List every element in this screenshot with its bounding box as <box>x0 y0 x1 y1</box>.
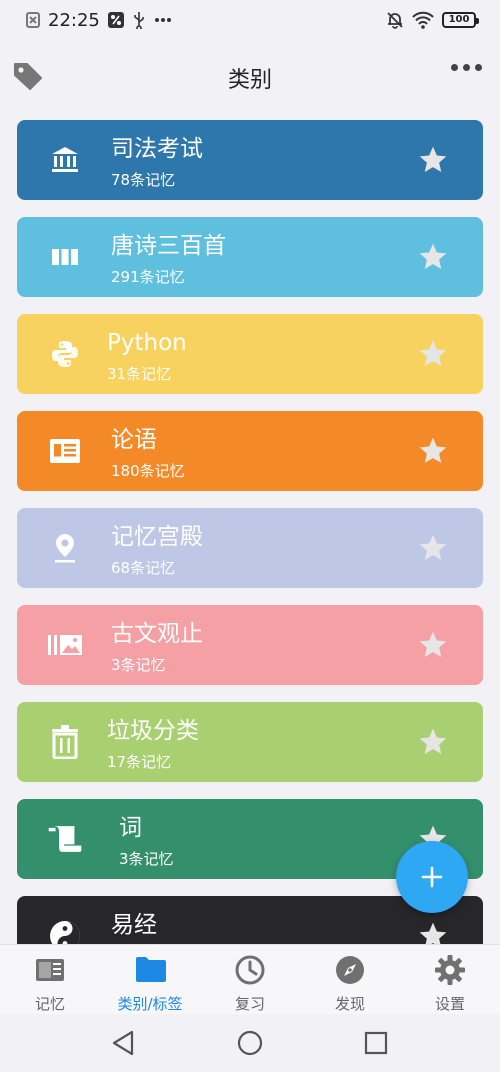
category-name: 记忆宫殿 <box>111 524 203 550</box>
location-icon <box>47 530 83 566</box>
more-status-icon <box>154 17 172 23</box>
nav-label: 发现 <box>334 995 365 1013</box>
folder-icon <box>134 954 166 986</box>
nav-label: 类别/标签 <box>117 995 183 1013</box>
usb-icon <box>132 11 146 29</box>
category-name: 论语 <box>111 427 157 453</box>
percent-icon <box>107 12 124 28</box>
nav-item-discover[interactable]: 发现 <box>300 945 400 1015</box>
gear-icon <box>434 954 466 986</box>
category-count: 3条记忆 <box>111 656 166 674</box>
category-name: 词 <box>119 815 142 841</box>
nav-item-categories[interactable]: 类别/标签 <box>100 945 200 1015</box>
more-options-icon[interactable] <box>451 64 482 71</box>
category-name: Python <box>107 330 187 356</box>
newspaper-icon <box>47 433 83 469</box>
home-icon[interactable] <box>236 1029 264 1057</box>
page-title: 类别 <box>227 68 272 93</box>
category-name: 古文观止 <box>111 621 203 647</box>
status-time: 22:25 <box>48 9 100 31</box>
star-icon[interactable] <box>417 338 449 370</box>
category-count: 78条记忆 <box>111 171 176 189</box>
star-icon[interactable] <box>417 629 449 661</box>
compass-icon <box>334 954 366 986</box>
note-icon <box>34 954 66 986</box>
app-header: 类别 <box>0 40 500 116</box>
plus-icon <box>421 866 443 888</box>
tag-icon[interactable] <box>12 60 44 92</box>
nav-label: 设置 <box>434 995 465 1013</box>
columns-icon <box>47 239 83 275</box>
add-category-button[interactable] <box>396 841 468 913</box>
wifi-icon <box>412 11 434 29</box>
category-card[interactable]: 记忆宫殿 68条记忆 <box>17 508 483 588</box>
category-card[interactable]: 古文观止 3条记忆 <box>17 605 483 685</box>
battery-indicator: 100 <box>442 12 479 28</box>
category-card[interactable]: 垃圾分类 17条记忆 <box>17 702 483 782</box>
category-name: 易经 <box>111 912 157 938</box>
category-card[interactable]: 论语 180条记忆 <box>17 411 483 491</box>
category-card[interactable]: 司法考试 78条记忆 <box>17 120 483 200</box>
star-icon[interactable] <box>417 532 449 564</box>
clock-icon <box>234 954 266 986</box>
nav-label: 记忆 <box>34 995 65 1013</box>
star-icon[interactable] <box>417 726 449 758</box>
category-name: 司法考试 <box>111 136 203 162</box>
recents-icon[interactable] <box>362 1029 390 1057</box>
category-count: 31条记忆 <box>107 365 172 383</box>
trash-icon <box>47 724 83 760</box>
system-navigation-bar <box>0 1014 500 1072</box>
nav-item-memory[interactable]: 记忆 <box>0 945 100 1015</box>
nav-item-settings[interactable]: 设置 <box>400 945 500 1015</box>
scroll-icon <box>47 821 83 857</box>
python-icon <box>47 336 83 372</box>
category-name: 唐诗三百首 <box>111 233 226 259</box>
category-count: 68条记忆 <box>111 559 176 577</box>
category-count: 3条记忆 <box>119 850 174 868</box>
category-count: 17条记忆 <box>107 753 172 771</box>
notification-close-icon <box>26 12 40 28</box>
yin-yang-icon <box>47 918 83 944</box>
mute-bell-icon <box>386 11 404 29</box>
star-icon[interactable] <box>417 435 449 467</box>
category-card[interactable]: Python 31条记忆 <box>17 314 483 394</box>
nav-item-review[interactable]: 复习 <box>200 945 300 1015</box>
star-icon[interactable] <box>417 241 449 273</box>
back-icon[interactable] <box>110 1029 138 1057</box>
category-list[interactable]: 司法考试 78条记忆 唐诗三百首 291条记忆 Python 31条记忆 论语 … <box>17 120 483 944</box>
category-count: 291条记忆 <box>111 268 185 286</box>
bank-icon <box>47 142 83 178</box>
category-count: 180条记忆 <box>111 462 185 480</box>
status-bar: 22:25 100 <box>0 0 500 40</box>
star-icon[interactable] <box>417 920 449 944</box>
bottom-navigation: 记忆 类别/标签 复习 发现 设置 <box>0 944 500 1014</box>
nav-label: 复习 <box>234 995 265 1013</box>
category-name: 垃圾分类 <box>107 718 199 744</box>
gallery-icon <box>47 627 83 663</box>
category-card[interactable]: 唐诗三百首 291条记忆 <box>17 217 483 297</box>
star-icon[interactable] <box>417 144 449 176</box>
